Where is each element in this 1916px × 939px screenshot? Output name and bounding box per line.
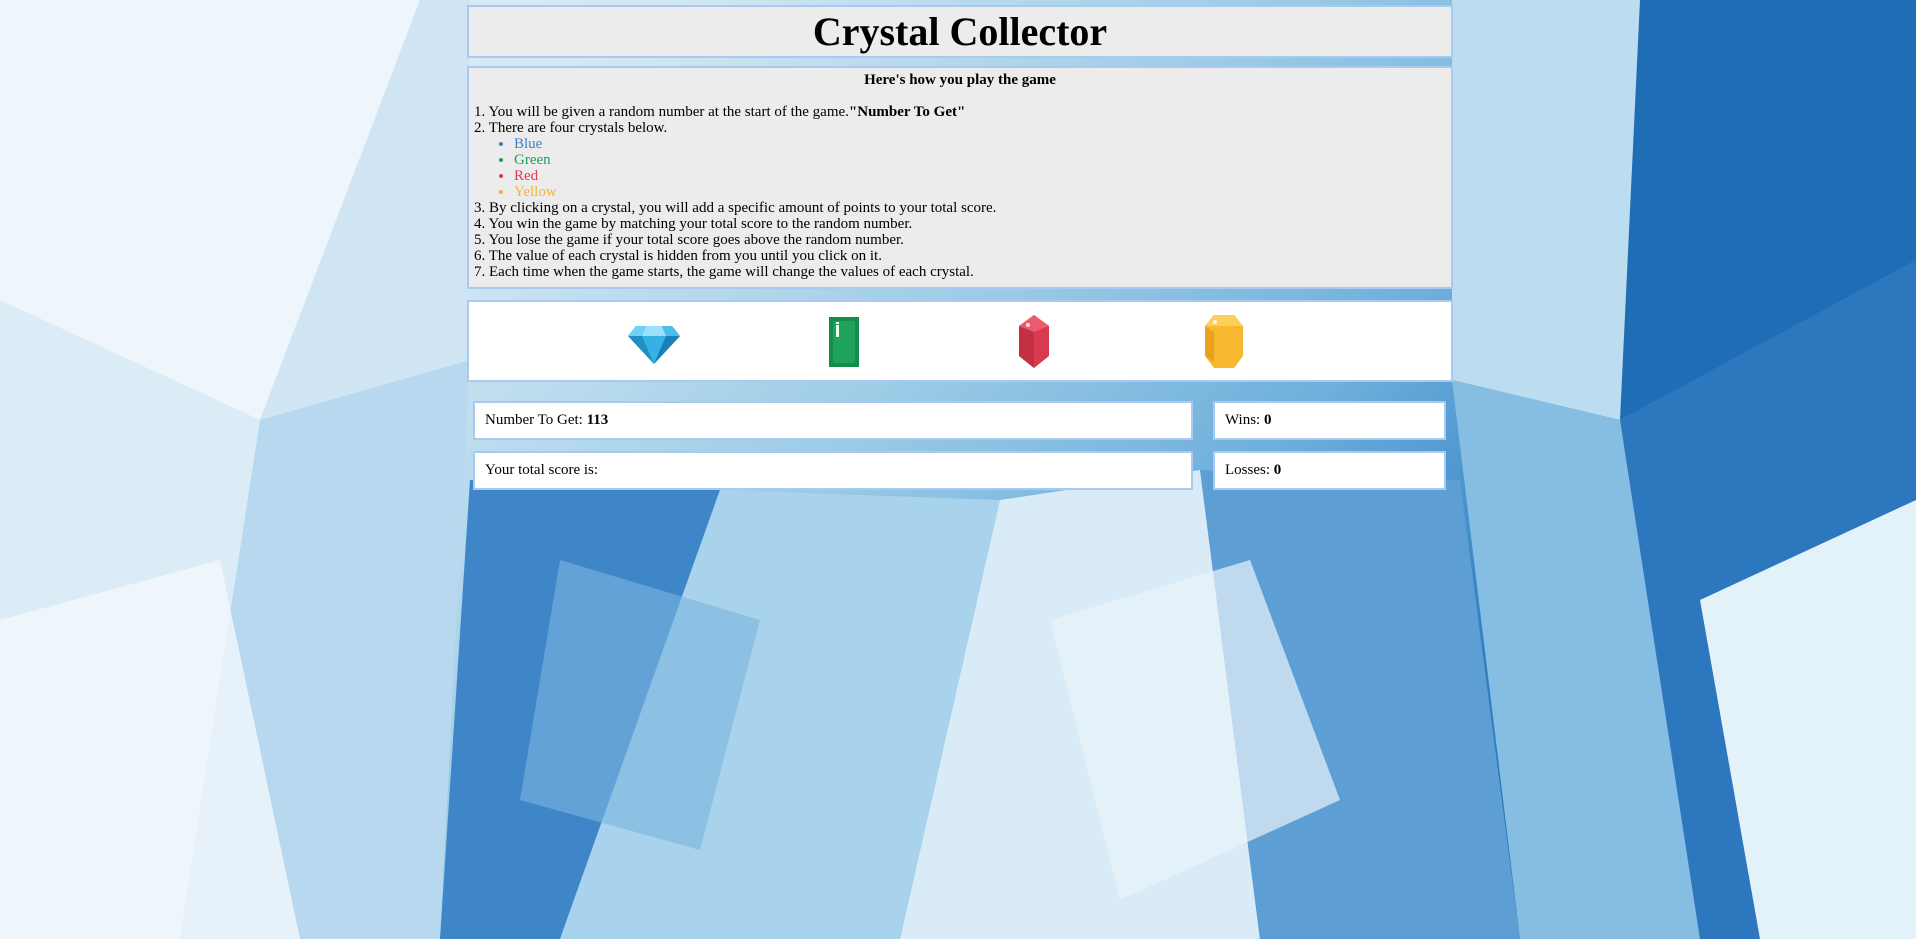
rule-1-text: 1. You will be given a random number at … bbox=[474, 104, 849, 120]
number-to-get-value: 113 bbox=[586, 412, 609, 428]
number-to-get-label: Number To Get: bbox=[485, 412, 587, 428]
rule-2: 2. There are four crystals below. bbox=[474, 120, 668, 136]
rule-4: 4. You win the game by matching your tot… bbox=[474, 216, 913, 232]
rule-5: 5. You lose the game if your total score… bbox=[474, 232, 904, 248]
rule-3: 3. By clicking on a crystal, you will ad… bbox=[474, 200, 997, 216]
crystal-color-label: Green bbox=[514, 152, 551, 168]
crystal-color-yellow: Yellow bbox=[514, 184, 1446, 200]
game-container: Crystal Collector Here's how you play th… bbox=[467, 5, 1453, 382]
crystal-color-label: Blue bbox=[514, 136, 543, 152]
rules-panel: Here's how you play the game 1. You will… bbox=[467, 66, 1453, 289]
wins-box: Wins: 0 bbox=[1213, 401, 1446, 440]
crystal-color-blue: Blue bbox=[514, 136, 1446, 152]
number-to-get-box: Number To Get: 113 bbox=[473, 401, 1193, 440]
blue-diamond-crystal-icon[interactable] bbox=[624, 312, 684, 372]
rule-1-bold: "Number To Get" bbox=[848, 104, 966, 120]
total-score-label: Your total score is: bbox=[485, 462, 599, 478]
title-panel: Crystal Collector bbox=[467, 5, 1453, 58]
total-score-box: Your total score is: bbox=[473, 451, 1193, 490]
rule-6: 6. The value of each crystal is hidden f… bbox=[474, 248, 882, 264]
crystal-color-label: Red bbox=[514, 168, 539, 184]
rule-1: 1. You will be given a random number at … bbox=[474, 104, 1446, 120]
losses-label: Losses: bbox=[1225, 462, 1274, 478]
crystal-color-red: Red bbox=[514, 168, 1446, 184]
page-title: Crystal Collector bbox=[812, 9, 1108, 54]
rules-heading: Here's how you play the game bbox=[864, 72, 1056, 88]
crystals-panel bbox=[467, 300, 1453, 382]
green-emerald-crystal-icon[interactable] bbox=[814, 312, 874, 372]
losses-box: Losses: 0 bbox=[1213, 451, 1446, 490]
wins-value: 0 bbox=[1263, 412, 1272, 428]
crystal-color-label: Yellow bbox=[514, 184, 557, 200]
wins-label: Wins: bbox=[1225, 412, 1264, 428]
crystal-color-green: Green bbox=[514, 152, 1446, 168]
yellow-topaz-crystal-icon[interactable] bbox=[1194, 312, 1254, 372]
crystal-color-list: Blue Green Red Yellow bbox=[474, 136, 1446, 200]
red-ruby-crystal-icon[interactable] bbox=[1004, 312, 1064, 372]
losses-value: 0 bbox=[1273, 462, 1282, 478]
rule-7: 7. Each time when the game starts, the g… bbox=[474, 264, 974, 280]
